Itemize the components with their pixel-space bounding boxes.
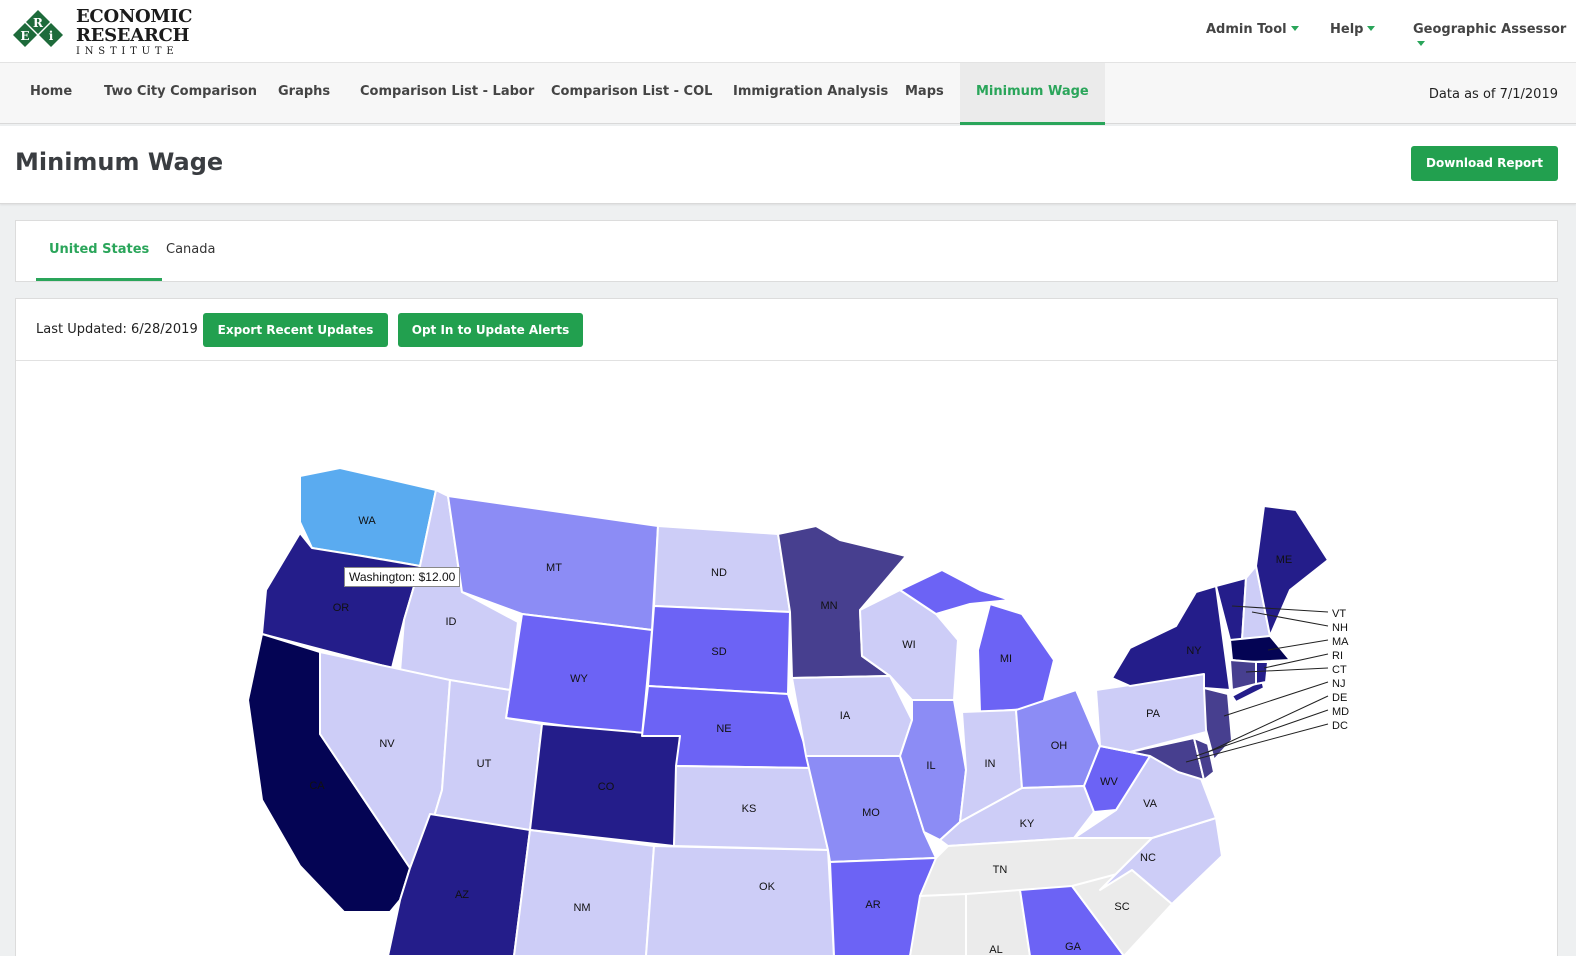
label-ri: RI	[1332, 650, 1343, 662]
state-ms[interactable]	[909, 893, 967, 956]
label-wv: WV	[1100, 776, 1118, 788]
state-me[interactable]	[1255, 505, 1329, 637]
label-id: ID	[446, 616, 457, 628]
label-nj: NJ	[1332, 678, 1345, 690]
label-ma: MA	[1332, 636, 1349, 648]
label-oh: OH	[1051, 740, 1068, 752]
label-wi: WI	[902, 639, 915, 651]
label-ny: NY	[1186, 645, 1202, 657]
label-ky: KY	[1020, 818, 1035, 830]
label-ia: IA	[840, 710, 851, 722]
state-ia[interactable]	[791, 675, 913, 757]
label-az: AZ	[455, 889, 469, 901]
label-il: IL	[926, 760, 935, 772]
label-co: CO	[598, 781, 615, 793]
label-sd: SD	[711, 646, 726, 658]
label-al: AL	[989, 944, 1002, 956]
state-mi[interactable]	[977, 603, 1055, 713]
label-ks: KS	[742, 803, 757, 815]
label-wy: WY	[570, 673, 588, 685]
label-vt: VT	[1332, 608, 1346, 620]
label-va: VA	[1143, 798, 1158, 810]
label-nh: NH	[1332, 622, 1348, 634]
label-ga: GA	[1065, 941, 1082, 953]
label-wa: WA	[358, 515, 376, 527]
label-pa: PA	[1146, 708, 1161, 720]
label-ar: AR	[865, 899, 880, 911]
label-ca: CA	[309, 780, 325, 792]
label-tn: TN	[993, 864, 1008, 876]
state-nm[interactable]	[513, 829, 655, 956]
state-ok[interactable]	[645, 845, 835, 956]
label-nd: ND	[711, 567, 727, 579]
label-md: MD	[1332, 706, 1349, 718]
label-ct: CT	[1332, 664, 1347, 676]
label-or: OR	[333, 602, 350, 614]
state-ct[interactable]	[1229, 659, 1257, 691]
label-dc: DC	[1332, 720, 1348, 732]
label-mo: MO	[862, 807, 880, 819]
label-nm: NM	[573, 902, 590, 914]
label-mi: MI	[1000, 653, 1012, 665]
label-ne: NE	[716, 723, 731, 735]
label-nc: NC	[1140, 852, 1156, 864]
label-mn: MN	[820, 600, 837, 612]
label-de: DE	[1332, 692, 1347, 704]
label-ut: UT	[477, 758, 492, 770]
label-mt: MT	[546, 562, 562, 574]
map-tooltip: Washington: $12.00	[344, 567, 461, 587]
state-ri[interactable]	[1255, 661, 1269, 685]
label-sc: SC	[1114, 901, 1129, 913]
label-nv: NV	[379, 738, 395, 750]
label-me: ME	[1276, 554, 1293, 566]
state-ma[interactable]	[1229, 635, 1291, 663]
state-ny[interactable]	[1111, 585, 1231, 691]
label-ok: OK	[759, 881, 776, 893]
us-minimum-wage-map: WA OR CA ID NV MT WY UT AZ CO NM ND SD N…	[247, 467, 1349, 956]
label-in: IN	[985, 758, 996, 770]
